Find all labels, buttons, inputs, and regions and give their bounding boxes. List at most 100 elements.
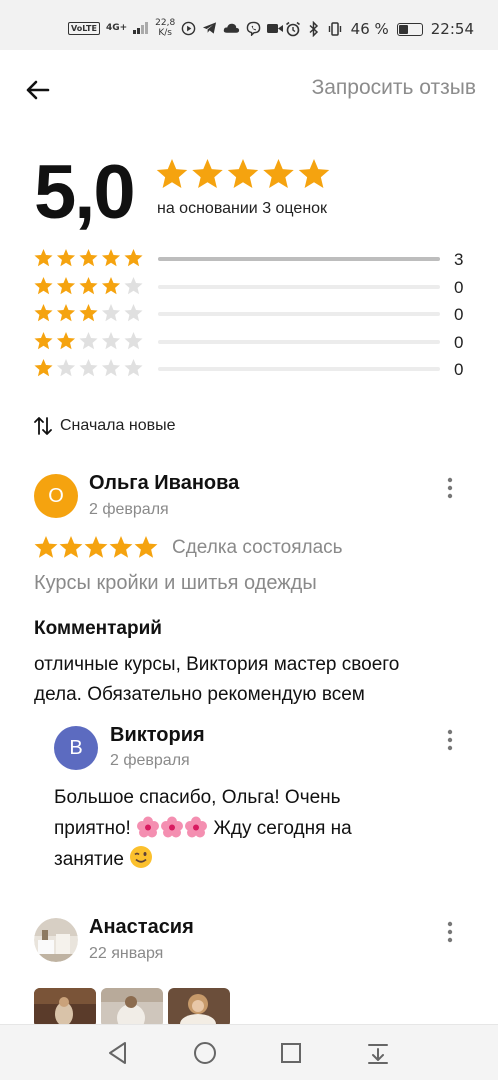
pull-down-icon[interactable] <box>364 1039 392 1067</box>
star-filled-icon <box>79 304 98 322</box>
star-filled-icon <box>34 536 58 558</box>
review-photo[interactable] <box>168 988 230 1028</box>
alarm-icon <box>285 21 300 37</box>
battery-icon <box>396 22 423 36</box>
histogram-stars <box>34 276 143 294</box>
star-filled-icon <box>109 536 133 558</box>
star-filled-icon <box>56 276 76 294</box>
review-author[interactable]: Ольга Иванова <box>89 472 239 495</box>
average-rating: 5,0 <box>34 150 136 235</box>
histogram-row: 0 <box>34 276 474 304</box>
reply-more-options-icon[interactable] <box>440 728 460 752</box>
star-empty-icon <box>79 359 98 377</box>
review-photo[interactable] <box>101 988 163 1028</box>
histogram-count: 0 <box>454 305 464 324</box>
battery-percent: 46 % <box>350 20 389 38</box>
review-photo[interactable] <box>34 988 96 1028</box>
histogram-bar <box>158 257 440 261</box>
square-recents-icon[interactable] <box>277 1039 305 1067</box>
star-empty-icon <box>124 331 143 349</box>
histogram-stars <box>34 249 143 267</box>
back-arrow-icon[interactable] <box>22 74 54 106</box>
rating-histogram: 3 0 0 0 0 <box>34 248 474 386</box>
network-speed: 22,8 K/s <box>155 18 176 38</box>
review-star-rating <box>34 536 158 558</box>
avatar[interactable]: О <box>34 474 78 518</box>
hibiscus-emoji-icon <box>137 816 160 838</box>
star-filled-icon <box>59 536 83 558</box>
reply-author[interactable]: Виктория <box>110 724 205 747</box>
star-filled-icon <box>156 159 188 188</box>
status-bar: VoLTE 4G+ 22,8 K/s 46 % 22:54 <box>0 0 498 50</box>
histogram-row: 0 <box>34 303 474 331</box>
star-filled-icon <box>34 276 53 294</box>
network-type: 4G+ <box>105 22 128 33</box>
clock: 22:54 <box>430 20 474 38</box>
deal-status: Сделка состоялась <box>172 537 343 558</box>
histogram-stars <box>34 304 143 322</box>
star-empty-icon <box>124 304 143 322</box>
vibrate-icon <box>328 22 341 36</box>
histogram-row: 3 <box>34 248 474 276</box>
star-filled-icon <box>101 249 121 267</box>
star-filled-icon <box>56 331 76 349</box>
volte-indicator: VoLTE <box>68 21 100 35</box>
histogram-count: 3 <box>454 250 464 269</box>
review-author[interactable]: Анастасия <box>89 916 194 939</box>
star-filled-icon <box>79 276 98 294</box>
histogram-count: 0 <box>454 332 464 352</box>
signal-icon <box>133 22 149 34</box>
summary-star-rating <box>156 159 330 188</box>
video-camera-icon <box>267 23 284 33</box>
sort-arrows-icon <box>34 417 52 435</box>
avatar[interactable] <box>34 918 78 962</box>
star-empty-icon <box>101 359 121 377</box>
triangle-back-icon[interactable] <box>104 1039 132 1067</box>
course-name[interactable]: Курсы кройки и шитья одежды <box>34 572 317 595</box>
comment-heading: Комментарий <box>34 618 162 639</box>
comment-text: отличные курсы, Виктория мастер своего д… <box>34 654 400 705</box>
sort-label: Сначала новые <box>60 417 176 434</box>
reply-date: 2 февраля <box>110 752 190 769</box>
system-navigation-bar <box>0 1024 498 1080</box>
histogram-stars <box>34 359 143 377</box>
histogram-count: 0 <box>454 360 464 379</box>
histogram-row: 0 <box>34 358 474 386</box>
bluetooth-icon <box>309 21 318 37</box>
star-empty-icon <box>101 304 121 322</box>
cloud-icon <box>223 23 240 33</box>
reply-text: Большое спасибо, Ольга! Очень приятно! Ж… <box>54 787 352 870</box>
histogram-bar <box>158 367 440 371</box>
histogram-count: 0 <box>454 277 464 297</box>
request-review-button[interactable]: Запросить отзыв <box>312 76 476 100</box>
star-filled-icon <box>79 249 98 267</box>
histogram-row: 0 <box>34 331 474 359</box>
viber-icon <box>246 21 261 36</box>
reply-avatar[interactable]: В <box>54 726 98 770</box>
circle-home-icon[interactable] <box>191 1039 219 1067</box>
star-empty-icon <box>79 331 98 349</box>
histogram-bar <box>158 284 440 289</box>
review-date: 2 февраля <box>89 501 169 518</box>
more-options-icon[interactable] <box>440 920 460 944</box>
histogram-bar <box>158 339 440 344</box>
hibiscus-emoji-icon <box>161 816 184 838</box>
review-photos <box>34 988 230 1028</box>
star-filled-icon <box>263 159 294 188</box>
star-filled-icon <box>56 304 76 322</box>
star-filled-icon <box>34 359 53 377</box>
star-filled-icon <box>84 536 108 558</box>
star-filled-icon <box>34 331 53 349</box>
star-filled-icon <box>134 536 158 558</box>
star-filled-icon <box>192 159 223 188</box>
review-date: 22 января <box>89 945 164 962</box>
telegram-icon <box>203 22 217 34</box>
star-filled-icon <box>34 304 53 322</box>
star-filled-icon <box>298 159 330 188</box>
sort-button[interactable]: Сначала новые <box>34 416 175 436</box>
star-filled-icon <box>34 249 53 267</box>
more-options-icon[interactable] <box>440 476 460 500</box>
hibiscus-emoji-icon <box>185 816 208 838</box>
star-filled-icon <box>56 249 76 267</box>
star-empty-icon <box>124 359 143 377</box>
